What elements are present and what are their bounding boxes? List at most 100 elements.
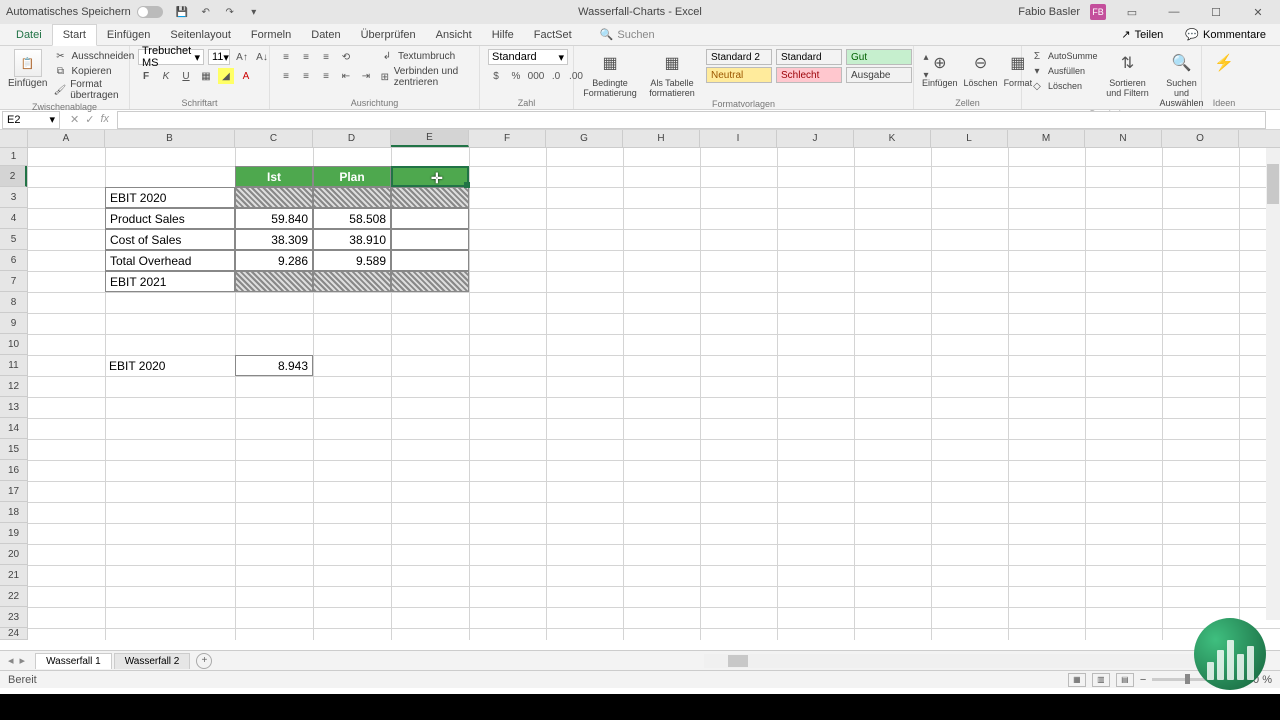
shrink-font-icon[interactable]: A↓ bbox=[254, 49, 270, 65]
currency-icon[interactable]: $ bbox=[488, 68, 504, 84]
avatar[interactable]: FB bbox=[1090, 4, 1106, 20]
align-left-icon[interactable]: ≡ bbox=[278, 68, 294, 84]
hscroll-thumb[interactable] bbox=[728, 655, 748, 667]
style-standard2[interactable]: Standard 2 bbox=[706, 49, 772, 65]
row-header[interactable]: 15 bbox=[0, 439, 27, 460]
conditional-formatting-icon[interactable]: ▦ bbox=[596, 49, 624, 77]
cell-e5[interactable] bbox=[391, 229, 469, 250]
row-header[interactable]: 24 bbox=[0, 628, 27, 640]
col-header-n[interactable]: N bbox=[1085, 130, 1162, 147]
row-header[interactable]: 5 bbox=[0, 229, 27, 250]
cell-c3[interactable] bbox=[235, 187, 313, 208]
find-select-icon[interactable]: 🔍 bbox=[1168, 49, 1196, 77]
cell-b6[interactable]: Total Overhead bbox=[105, 250, 235, 271]
merge-button[interactable]: ⊞Verbinden und zentrieren bbox=[380, 66, 471, 88]
format-painter-button[interactable]: 🖌Format übertragen bbox=[53, 79, 134, 101]
share-button[interactable]: ↗ Teilen bbox=[1113, 26, 1171, 43]
sheet-nav-prev-icon[interactable]: ◂ bbox=[8, 654, 14, 667]
page-break-view-button[interactable]: ▤ bbox=[1116, 673, 1134, 687]
cells-area[interactable]: Ist Plan EBIT 2020 Product Sales 59.840 … bbox=[28, 148, 1280, 640]
sheet-tab-1[interactable]: Wasserfall 1 bbox=[35, 653, 112, 669]
row-header[interactable]: 11 bbox=[0, 355, 27, 376]
ideas-icon[interactable]: ⚡ bbox=[1210, 49, 1238, 77]
vscroll-thumb[interactable] bbox=[1267, 164, 1279, 204]
tab-ansicht[interactable]: Ansicht bbox=[426, 25, 482, 45]
indent-left-icon[interactable]: ⇤ bbox=[338, 68, 354, 84]
ribbon-options-icon[interactable]: ▭ bbox=[1116, 0, 1148, 24]
tab-daten[interactable]: Daten bbox=[301, 25, 350, 45]
undo-icon[interactable]: ↶ bbox=[199, 5, 213, 19]
increase-decimal-icon[interactable]: .0 bbox=[548, 68, 564, 84]
clear-button[interactable]: ◇Löschen bbox=[1030, 79, 1098, 93]
close-button[interactable]: ✕ bbox=[1242, 0, 1274, 24]
sheet-tab-2[interactable]: Wasserfall 2 bbox=[114, 653, 191, 669]
align-right-icon[interactable]: ≡ bbox=[318, 68, 334, 84]
col-header-g[interactable]: G bbox=[546, 130, 623, 147]
font-name-select[interactable]: Trebuchet MS▾ bbox=[138, 49, 204, 65]
col-header-h[interactable]: H bbox=[623, 130, 700, 147]
wrap-text-button[interactable]: ↲Textumbruch bbox=[380, 49, 471, 63]
row-header[interactable]: 18 bbox=[0, 502, 27, 523]
cell-d3[interactable] bbox=[313, 187, 391, 208]
cell-e6[interactable] bbox=[391, 250, 469, 271]
name-box[interactable]: E2▾ bbox=[2, 111, 60, 129]
row-header[interactable]: 14 bbox=[0, 418, 27, 439]
comments-button[interactable]: 💬 Kommentare bbox=[1177, 26, 1274, 43]
bold-button[interactable]: F bbox=[138, 68, 154, 84]
enter-formula-icon[interactable]: ✓ bbox=[85, 113, 94, 126]
page-layout-view-button[interactable]: ▥ bbox=[1092, 673, 1110, 687]
row-header[interactable]: 21 bbox=[0, 565, 27, 586]
cut-button[interactable]: ✂Ausschneiden bbox=[53, 49, 134, 63]
cell-e2[interactable] bbox=[391, 166, 469, 187]
zoom-out-button[interactable]: − bbox=[1140, 674, 1146, 686]
tab-ueberpruefen[interactable]: Überprüfen bbox=[351, 25, 426, 45]
comma-icon[interactable]: 000 bbox=[528, 68, 544, 84]
align-top-icon[interactable]: ≡ bbox=[278, 49, 294, 65]
sort-filter-icon[interactable]: ⇅ bbox=[1114, 49, 1142, 77]
col-header-l[interactable]: L bbox=[931, 130, 1008, 147]
cell-d7[interactable] bbox=[313, 271, 391, 292]
cell-d2[interactable]: Plan bbox=[313, 166, 391, 187]
align-bottom-icon[interactable]: ≡ bbox=[318, 49, 334, 65]
col-header-e[interactable]: E bbox=[391, 130, 469, 147]
style-schlecht[interactable]: Schlecht bbox=[776, 67, 842, 83]
indent-right-icon[interactable]: ⇥ bbox=[358, 68, 374, 84]
col-header-b[interactable]: B bbox=[105, 130, 235, 147]
underline-button[interactable]: U bbox=[178, 68, 194, 84]
cell-c2[interactable]: Ist bbox=[235, 166, 313, 187]
qat-more-icon[interactable]: ▾ bbox=[247, 5, 261, 19]
cell-b5[interactable]: Cost of Sales bbox=[105, 229, 235, 250]
cell-d4[interactable]: 58.508 bbox=[313, 208, 391, 229]
row-header[interactable]: 3 bbox=[0, 187, 27, 208]
number-format-select[interactable]: Standard▾ bbox=[488, 49, 568, 65]
row-header[interactable]: 17 bbox=[0, 481, 27, 502]
row-header[interactable]: 23 bbox=[0, 607, 27, 628]
tab-hilfe[interactable]: Hilfe bbox=[482, 25, 524, 45]
font-color-button[interactable]: A bbox=[238, 68, 254, 84]
formula-bar[interactable] bbox=[117, 111, 1266, 129]
cell-d5[interactable]: 38.910 bbox=[313, 229, 391, 250]
tab-datei[interactable]: Datei bbox=[6, 25, 52, 45]
col-header-d[interactable]: D bbox=[313, 130, 391, 147]
italic-button[interactable]: K bbox=[158, 68, 174, 84]
percent-icon[interactable]: % bbox=[508, 68, 524, 84]
row-header[interactable]: 8 bbox=[0, 292, 27, 313]
cell-b4[interactable]: Product Sales bbox=[105, 208, 235, 229]
cell-c5[interactable]: 38.309 bbox=[235, 229, 313, 250]
col-header-m[interactable]: M bbox=[1008, 130, 1085, 147]
orientation-icon[interactable]: ⟲ bbox=[338, 49, 354, 65]
tab-einfuegen[interactable]: Einfügen bbox=[97, 25, 160, 45]
row-header[interactable]: 22 bbox=[0, 586, 27, 607]
cell-c11[interactable]: 8.943 bbox=[235, 355, 313, 376]
cancel-formula-icon[interactable]: ✕ bbox=[70, 113, 79, 126]
cell-b11[interactable]: EBIT 2020 bbox=[105, 355, 235, 376]
row-header[interactable]: 13 bbox=[0, 397, 27, 418]
align-middle-icon[interactable]: ≡ bbox=[298, 49, 314, 65]
cell-e3[interactable] bbox=[391, 187, 469, 208]
autosum-button[interactable]: ΣAutoSumme bbox=[1030, 49, 1098, 63]
select-all-button[interactable] bbox=[0, 130, 28, 147]
maximize-button[interactable]: ☐ bbox=[1200, 0, 1232, 24]
col-header-k[interactable]: K bbox=[854, 130, 931, 147]
tab-formeln[interactable]: Formeln bbox=[241, 25, 301, 45]
row-header[interactable]: 12 bbox=[0, 376, 27, 397]
